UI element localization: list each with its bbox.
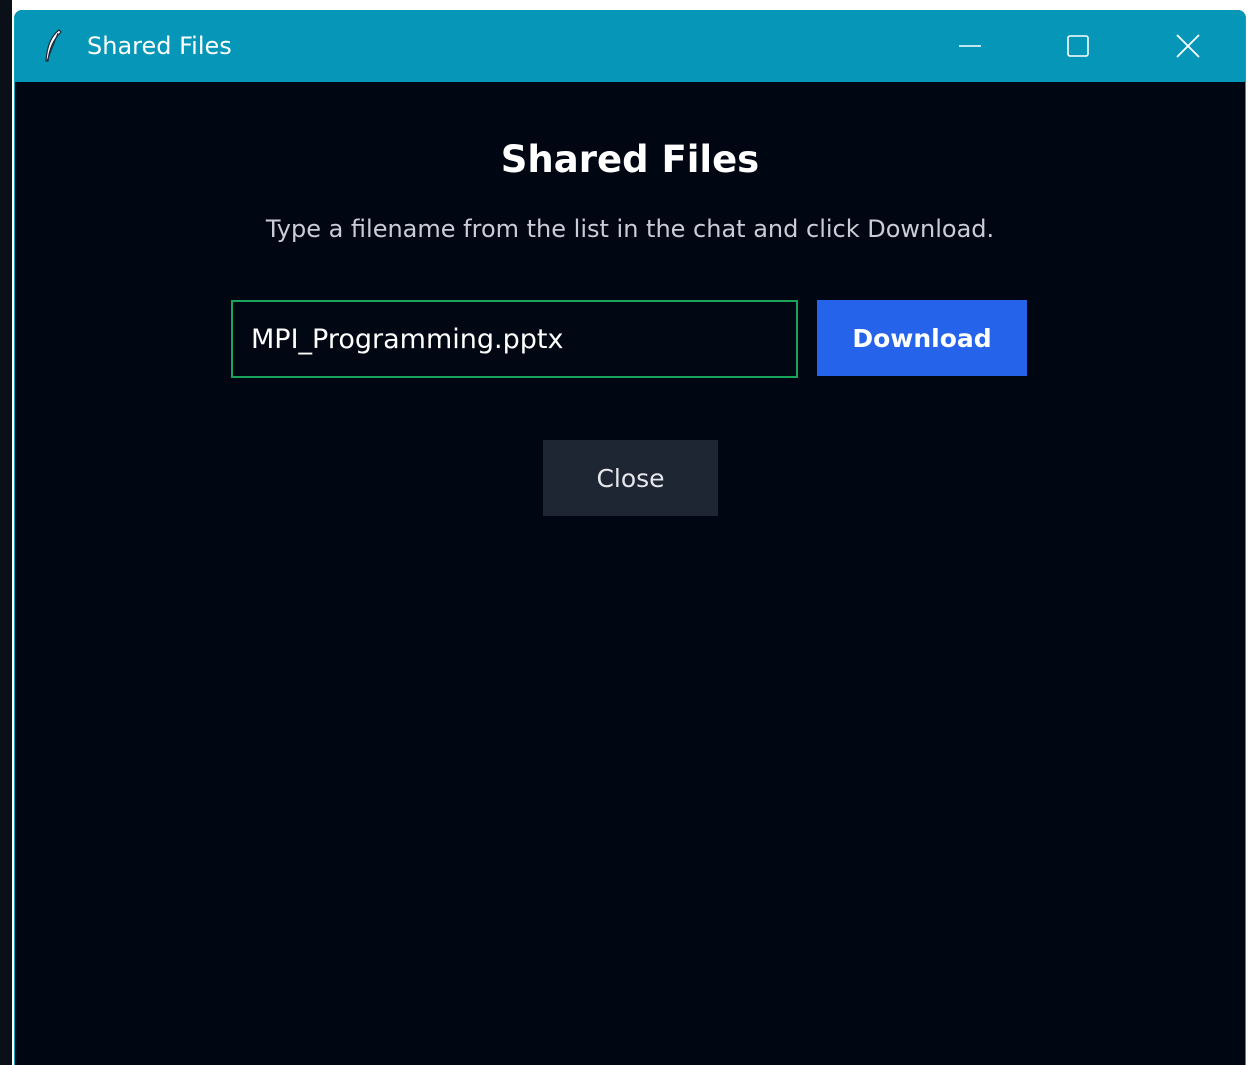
- download-button[interactable]: Download: [817, 300, 1027, 376]
- close-window-button[interactable]: [1143, 10, 1233, 82]
- dialog-instruction: Type a filename from the list in the cha…: [265, 215, 995, 243]
- window-title: Shared Files: [87, 32, 232, 60]
- minimize-button[interactable]: [925, 10, 1015, 82]
- maximize-button[interactable]: [1033, 10, 1123, 82]
- background-window-edge: [0, 0, 12, 1065]
- close-button[interactable]: Close: [543, 440, 718, 516]
- close-icon: [1176, 34, 1200, 58]
- title-bar[interactable]: Shared Files: [15, 10, 1245, 82]
- filename-input[interactable]: [231, 300, 798, 378]
- minimize-icon: [959, 45, 981, 47]
- shared-files-window: Shared Files Shared Files Type a filenam…: [14, 10, 1246, 1065]
- dialog-heading: Shared Files: [500, 138, 760, 181]
- feather-icon: [45, 29, 62, 62]
- maximize-icon: [1067, 35, 1089, 57]
